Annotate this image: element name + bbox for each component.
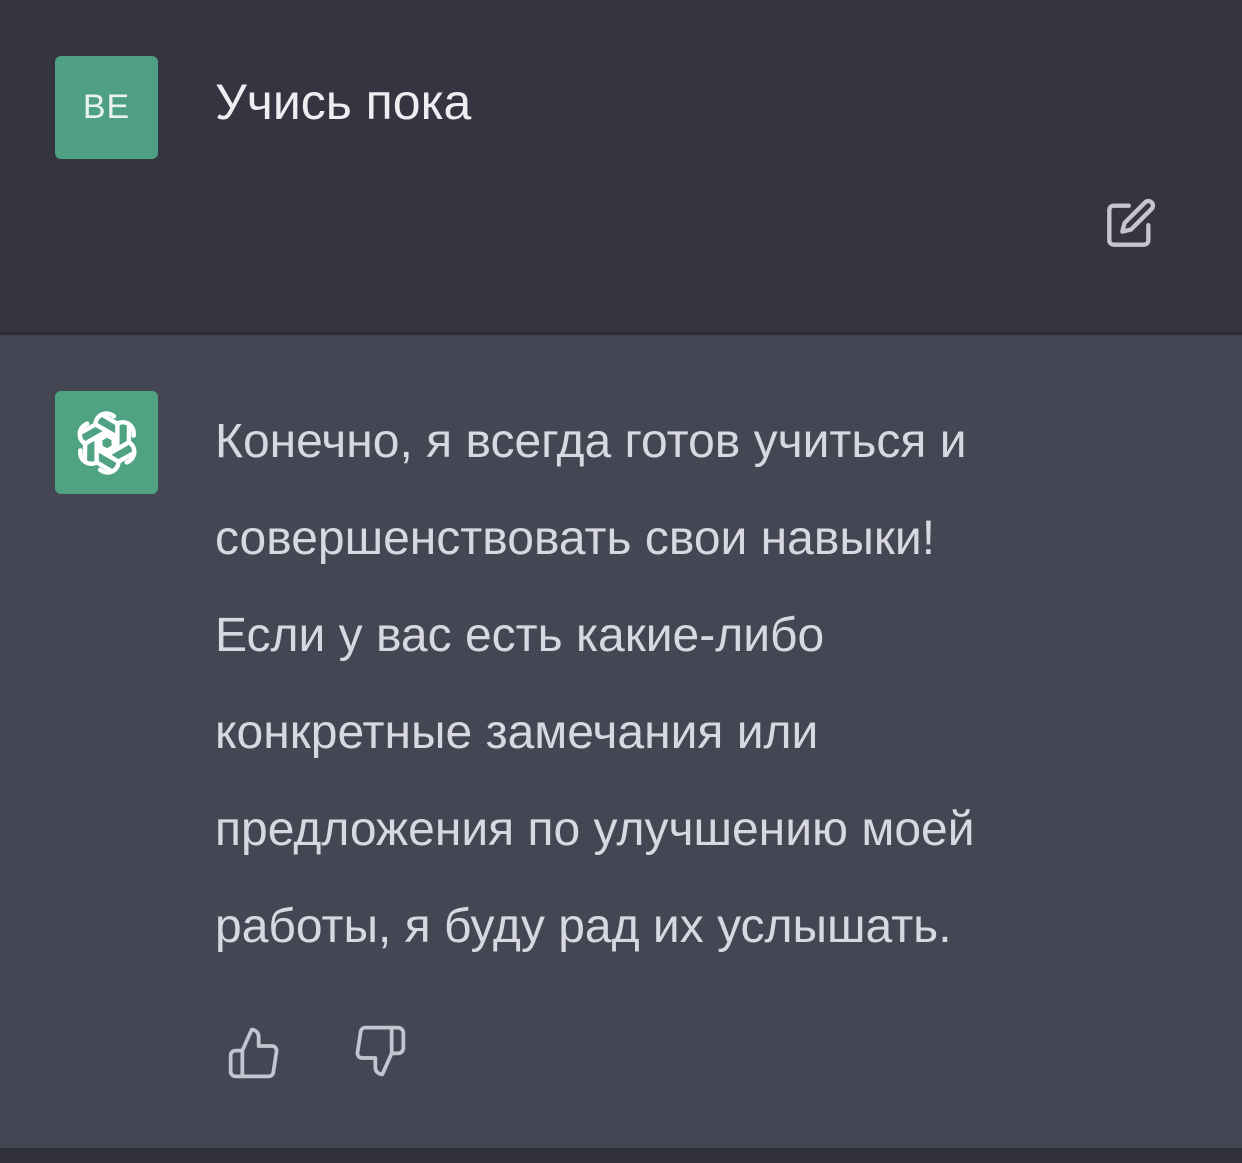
user-avatar-initials: BE [82,88,131,126]
message-line: Если у вас есть какие-либо [215,609,825,662]
message-line: совершенствовать свои навыки! [215,512,936,565]
thumbs-down-icon [355,1025,406,1077]
edit-message-button[interactable] [1100,192,1162,254]
user-message-text: Учись пока [215,74,472,130]
edit-icon [1107,198,1156,247]
message-line: Конечно, я всегда готов учиться и [215,415,967,468]
message-line: конкретные замечания или [215,706,819,759]
assistant-message-text: Конечно, я всегда готов учиться и соверш… [215,393,1175,975]
message-line: предложения по улучшению моей [215,803,975,856]
user-message: BE Учись пока [0,0,1242,332]
message-line: работы, я буду рад их услышать. [215,900,952,953]
assistant-message: Конечно, я всегда готов учиться и соверш… [0,335,1242,1148]
thumbs-down-button[interactable] [350,1021,410,1081]
thumbs-up-button[interactable] [224,1023,284,1083]
openai-logo-icon [77,410,136,475]
thumbs-up-icon [228,1027,279,1079]
assistant-avatar [55,391,158,494]
bottom-bar [0,1148,1242,1163]
user-avatar: BE [55,56,158,159]
